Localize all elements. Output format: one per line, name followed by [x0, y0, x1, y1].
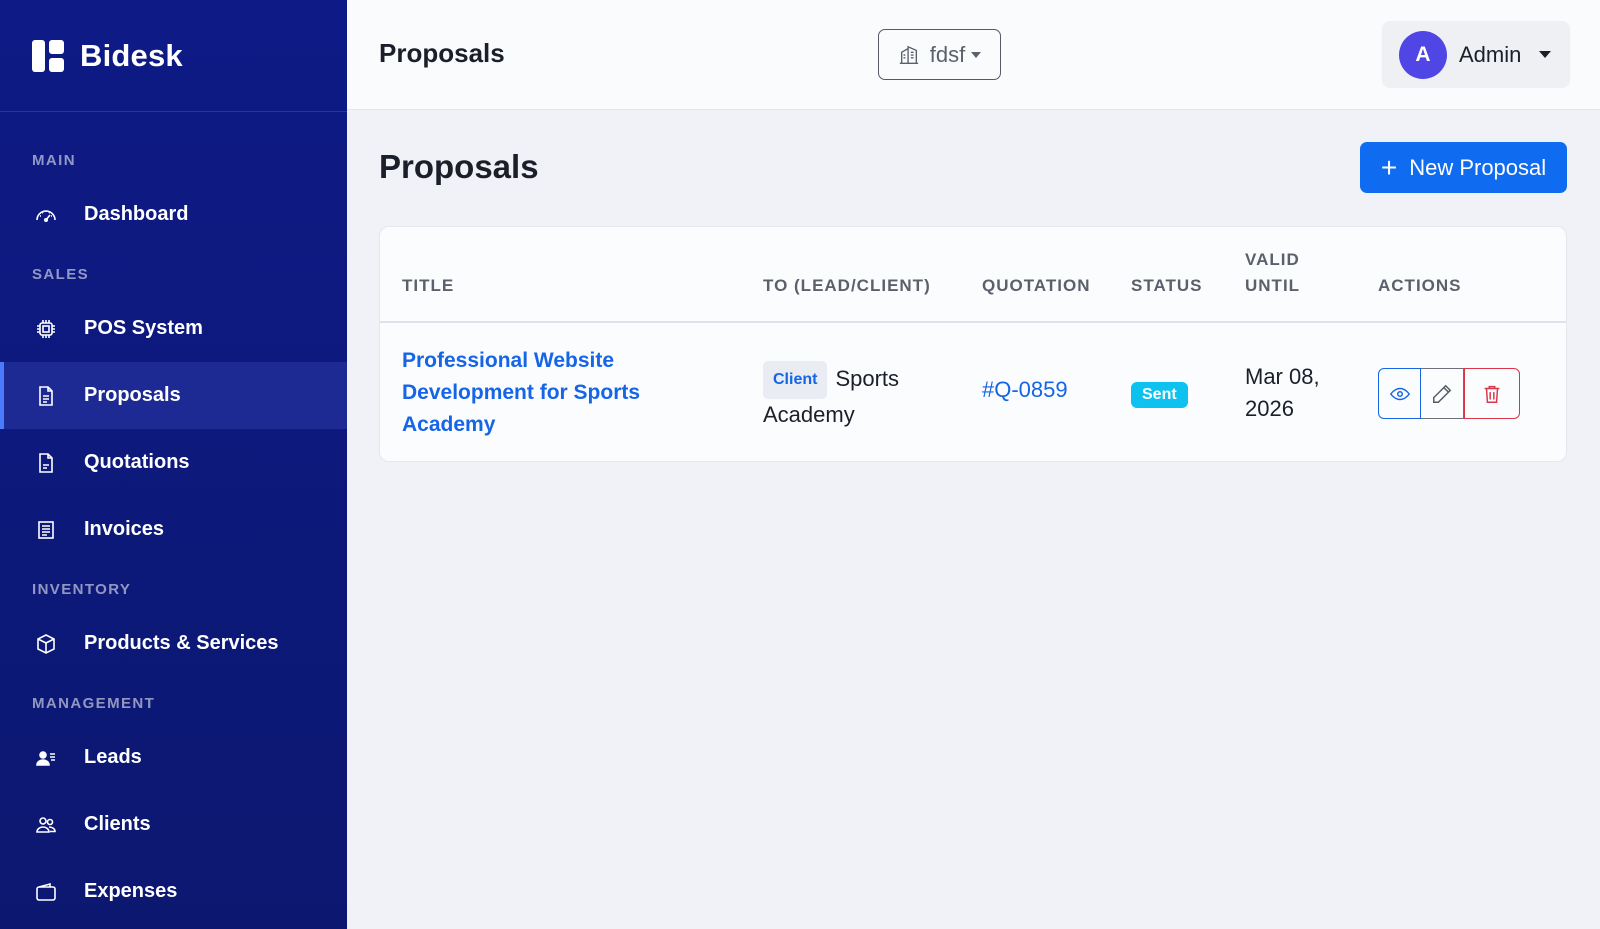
view-button[interactable]: [1378, 368, 1421, 419]
sidebar-item-label: Leads: [84, 746, 142, 768]
sidebar-item-label: Proposals: [84, 384, 181, 406]
receipt-icon: [32, 516, 60, 544]
sidebar-item-label: Invoices: [84, 518, 165, 540]
avatar: A: [1399, 30, 1447, 79]
sidebar-item-pos-system[interactable]: POS System: [0, 295, 347, 362]
nav-section-management: MANAGEMENT: [32, 695, 156, 712]
sidebar-item-quotations[interactable]: Quotations: [0, 429, 347, 496]
brand[interactable]: Bidesk: [0, 0, 347, 112]
recipient-cell: Client Sports Academy: [763, 361, 943, 431]
column-header-status: STATUS: [1131, 276, 1203, 295]
column-header-until: UNTIL: [1245, 276, 1301, 295]
sidebar-item-dashboard[interactable]: Dashboard: [0, 181, 347, 248]
proposals-table: TITLE TO (LEAD/CLIENT) QUOTATION STATUS …: [379, 226, 1567, 462]
column-header-actions: ACTIONS: [1378, 276, 1462, 295]
sidebar-item-label: Dashboard: [84, 203, 189, 225]
sidebar-item-clients[interactable]: Clients: [0, 791, 347, 858]
sidebar-item-proposals[interactable]: Proposals: [0, 362, 347, 429]
sidebar-item-label: Products & Services: [84, 632, 279, 654]
person-lines-icon: [32, 744, 60, 772]
sidebar-item-invoices[interactable]: Invoices: [0, 496, 347, 563]
nav-section-inventory: INVENTORY: [32, 581, 132, 598]
brand-name: Bidesk: [80, 37, 183, 73]
column-header-title: TITLE: [402, 276, 455, 295]
table-header: TITLE TO (LEAD/CLIENT) QUOTATION STATUS …: [380, 227, 1566, 323]
sidebar-item-expenses[interactable]: Expenses: [0, 858, 347, 925]
proposal-title-link[interactable]: Professional Website Development for Spo…: [402, 345, 702, 441]
company-select[interactable]: fdsf: [878, 29, 1001, 80]
topbar: Proposals fdsf A Admin: [347, 0, 1600, 110]
people-icon: [32, 811, 60, 839]
page-title: Proposals: [379, 148, 539, 185]
chevron-down-icon: [1539, 51, 1552, 58]
cpu-icon: [32, 315, 60, 343]
pencil-icon: [1433, 384, 1452, 403]
sidebar-nav: MAIN Dashboard SALES POS System Proposal…: [0, 112, 347, 925]
column-header-valid: VALID: [1245, 250, 1300, 269]
user-menu[interactable]: A Admin: [1382, 21, 1570, 88]
trash-icon: [1484, 385, 1500, 403]
wallet-icon: [32, 878, 60, 906]
sidebar-item-label: Expenses: [84, 880, 178, 902]
speedometer-icon: [32, 201, 60, 229]
box-icon: [32, 630, 60, 658]
sidebar-item-products-services[interactable]: Products & Services: [0, 610, 347, 677]
sidebar: Bidesk MAIN Dashboard SALES POS System P…: [0, 0, 347, 929]
column-header-to: TO (LEAD/CLIENT): [763, 276, 931, 295]
main-content: Proposals fdsf A Admin Proposals + New P…: [347, 0, 1600, 929]
sidebar-item-label: Clients: [84, 813, 151, 835]
delete-button[interactable]: [1464, 368, 1520, 419]
valid-until-cell: Mar 08, 2026: [1245, 364, 1320, 421]
status-badge: Sent: [1131, 382, 1188, 408]
quotation-link[interactable]: #Q-0859: [982, 377, 1068, 403]
company-name: fdsf: [929, 41, 966, 67]
nav-section-main: MAIN: [32, 152, 76, 169]
new-proposal-label: New Proposal: [1409, 154, 1547, 180]
sidebar-item-leads[interactable]: Leads: [0, 724, 347, 791]
building-icon: [899, 45, 918, 64]
client-badge: Client: [763, 361, 828, 399]
sidebar-item-label: POS System: [84, 317, 203, 339]
chevron-down-icon: [971, 51, 982, 58]
app-shell: Bidesk MAIN Dashboard SALES POS System P…: [0, 0, 1600, 929]
edit-button[interactable]: [1421, 368, 1464, 419]
sidebar-item-label: Quotations: [84, 451, 190, 473]
user-name: Admin: [1459, 41, 1522, 67]
file-text-icon: [32, 382, 60, 410]
new-proposal-button[interactable]: + New Proposal: [1360, 142, 1567, 193]
eye-icon: [1389, 387, 1410, 400]
row-actions: [1378, 368, 1520, 419]
plus-icon: +: [1380, 151, 1398, 183]
file-icon: [32, 449, 60, 477]
column-header-quotation: QUOTATION: [982, 276, 1091, 295]
topbar-title: Proposals: [379, 38, 505, 68]
nav-section-sales: SALES: [32, 266, 90, 283]
brand-logo-icon: [32, 39, 64, 72]
table-row: Professional Website Development for Spo…: [380, 323, 1566, 461]
